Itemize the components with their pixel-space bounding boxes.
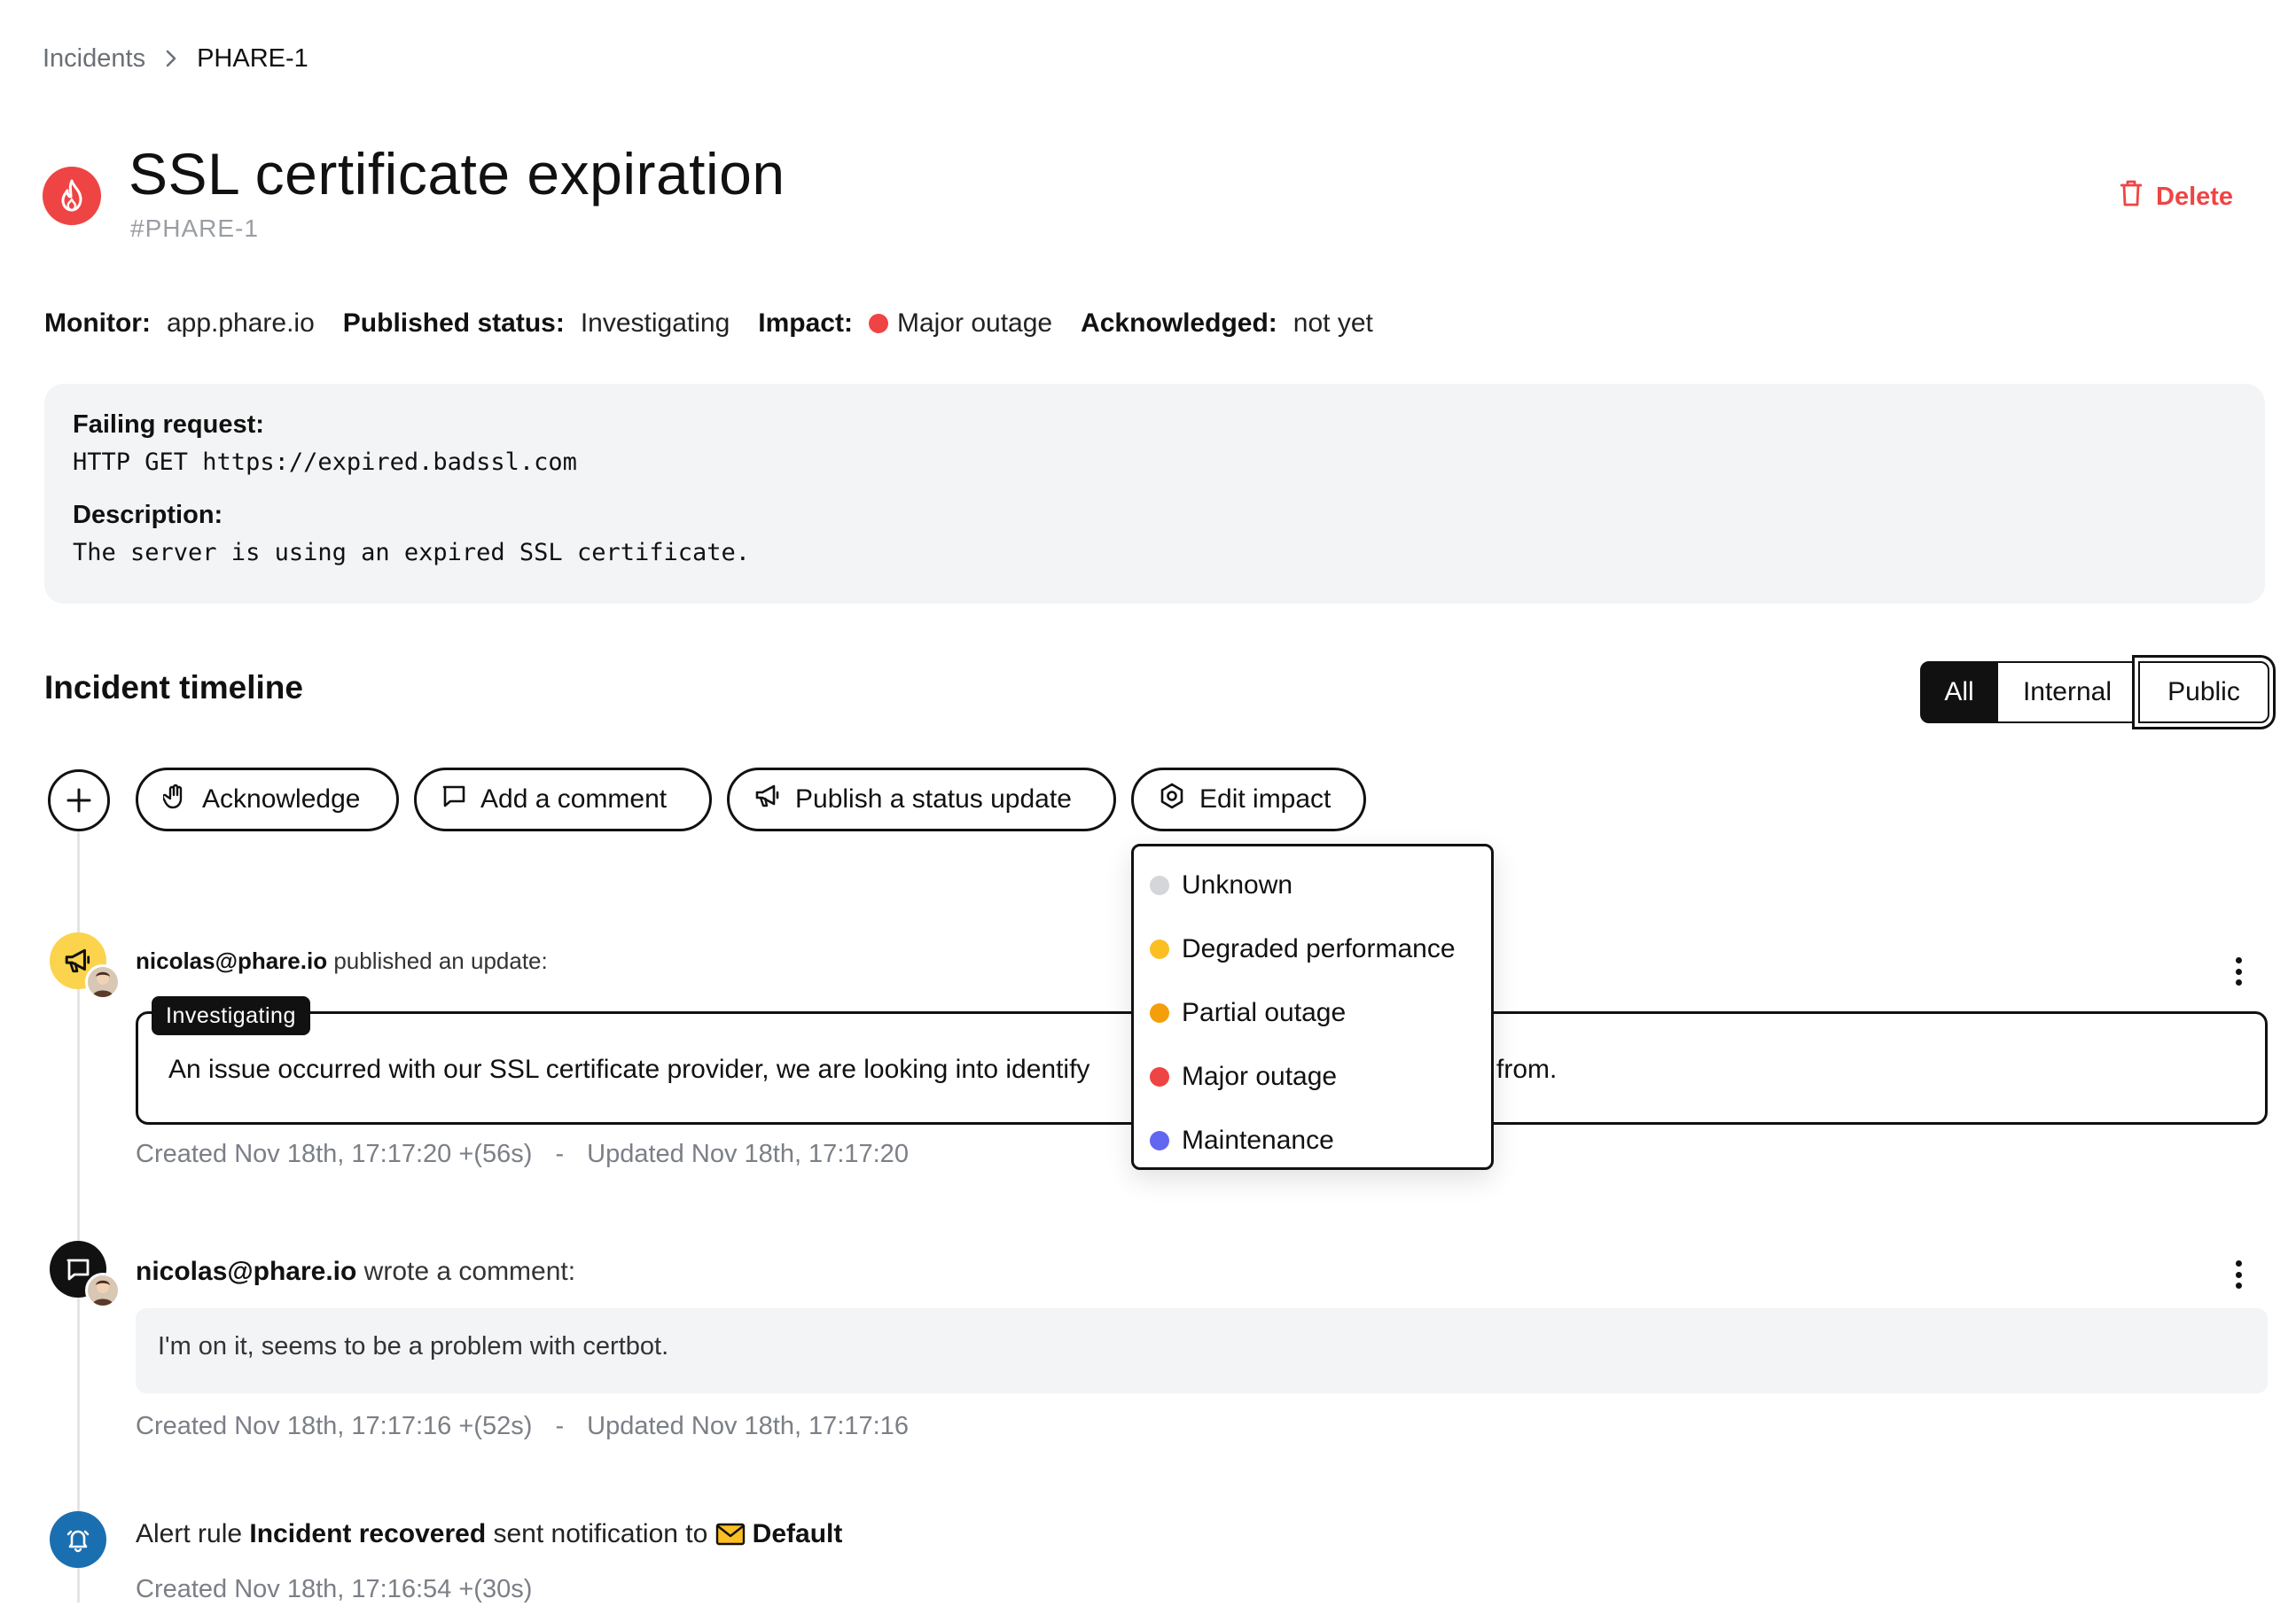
published-status-value: Investigating — [580, 308, 730, 338]
alert-middle: sent notification to — [493, 1519, 708, 1548]
edit-impact-label: Edit impact — [1199, 784, 1332, 814]
alert-event-text: Alert rule Incident recovered sent notif… — [136, 1519, 842, 1549]
comment-event-header: nicolas@phare.io wrote a comment: — [136, 1257, 575, 1287]
page-title: SSL certificate expiration — [129, 141, 785, 207]
add-event-button[interactable] — [48, 769, 110, 831]
update-created: Created Nov 18th, 17:17:20 +(56s) — [136, 1140, 533, 1168]
publish-status-update-label: Publish a status update — [795, 784, 1072, 814]
filter-internal-button[interactable]: Internal — [1998, 661, 2138, 723]
impact-label: Impact: — [758, 308, 853, 338]
acknowledge-button[interactable]: Acknowledge — [136, 768, 399, 831]
comment-icon — [441, 784, 466, 815]
timestamp-separator: - — [555, 1140, 565, 1168]
impact-value: Major outage — [868, 308, 1053, 339]
incident-details: Failing request: HTTP GET https://expire… — [44, 384, 2265, 604]
add-comment-label: Add a comment — [480, 784, 668, 814]
update-message-end: from. — [1496, 1055, 1558, 1084]
settings-icon — [1159, 783, 1185, 816]
timeline-title: Incident timeline — [44, 669, 303, 706]
published-status-label: Published status: — [342, 308, 565, 338]
alert-rule-name[interactable]: Incident recovered — [249, 1519, 486, 1549]
status-badge: Investigating — [152, 996, 310, 1035]
impact-option-label: Partial outage — [1182, 998, 1347, 1027]
impact-option-degraded[interactable]: Degraded performance — [1134, 917, 1491, 981]
status-dot-icon — [1150, 1067, 1169, 1087]
plus-icon — [66, 788, 91, 813]
comment-timestamps: Created Nov 18th, 17:17:16 +(52s) - Upda… — [136, 1412, 909, 1441]
impact-dot-icon — [868, 314, 888, 333]
acknowledged-label: Acknowledged: — [1081, 308, 1277, 338]
update-updated: Updated Nov 18th, 17:17:20 — [587, 1140, 909, 1168]
update-action: published an update: — [333, 947, 548, 974]
failing-request-value: HTTP GET https://expired.badssl.com — [73, 448, 577, 476]
alert-timestamp: Created Nov 18th, 17:16:54 +(30s) — [136, 1575, 533, 1603]
more-options-icon[interactable] — [2230, 954, 2247, 989]
impact-option-maintenance[interactable]: Maintenance — [1134, 1109, 1491, 1173]
breadcrumb-incidents-link[interactable]: Incidents — [43, 44, 145, 74]
status-dot-icon — [1150, 1131, 1169, 1150]
avatar — [85, 1273, 121, 1308]
timeline-filter: All Internal Public — [1920, 661, 2269, 723]
failing-request-label: Failing request: — [73, 410, 264, 439]
publish-status-update-button[interactable]: Publish a status update — [727, 768, 1116, 831]
comment-text: I'm on it, seems to be a problem with ce… — [158, 1332, 669, 1361]
more-options-icon[interactable] — [2230, 1257, 2247, 1292]
update-message-start: An issue occurred with our SSL certifica… — [168, 1055, 1090, 1084]
envelope-icon — [715, 1523, 746, 1546]
monitor-label: Monitor: — [44, 308, 151, 338]
acknowledged-value: not yet — [1292, 308, 1373, 338]
impact-option-label: Unknown — [1182, 870, 1293, 900]
alert-prefix: Alert rule — [136, 1519, 243, 1548]
impact-option-label: Maintenance — [1182, 1126, 1334, 1155]
impact-value-text: Major outage — [896, 308, 1053, 338]
comment-created: Created Nov 18th, 17:17:16 +(52s) — [136, 1412, 533, 1440]
megaphone-icon — [754, 784, 781, 815]
breadcrumb-current: PHARE-1 — [197, 43, 308, 73]
impact-option-partial[interactable]: Partial outage — [1134, 981, 1491, 1045]
incident-id: #PHARE-1 — [130, 214, 259, 242]
filter-public-button[interactable]: Public — [2138, 661, 2269, 723]
chevron-right-icon — [165, 49, 177, 68]
status-dot-icon — [1150, 876, 1169, 895]
bell-icon — [50, 1511, 106, 1568]
delete-label: Delete — [2156, 182, 2234, 211]
timestamp-separator: - — [555, 1412, 565, 1440]
filter-all-button[interactable]: All — [1920, 661, 1998, 723]
comment-updated: Updated Nov 18th, 17:17:16 — [587, 1412, 909, 1440]
impact-option-major[interactable]: Major outage — [1134, 1045, 1491, 1109]
flame-icon — [43, 167, 101, 225]
update-timestamps: Created Nov 18th, 17:17:20 +(56s) - Upda… — [136, 1140, 909, 1169]
breadcrumb: Incidents PHARE-1 — [43, 41, 308, 76]
status-dot-icon — [1150, 1003, 1169, 1023]
impact-option-label: Major outage — [1182, 1062, 1338, 1091]
acknowledge-label: Acknowledge — [202, 784, 361, 814]
status-dot-icon — [1150, 940, 1169, 959]
description-label: Description: — [73, 501, 223, 529]
comment-author[interactable]: nicolas@phare.io — [136, 1257, 356, 1286]
delete-button[interactable]: Delete — [2120, 180, 2233, 214]
update-event-header: nicolas@phare.io published an update: — [136, 947, 548, 975]
update-author[interactable]: nicolas@phare.io — [136, 947, 327, 974]
monitor-value: app.phare.io — [166, 308, 315, 338]
incident-meta: Monitor: app.phare.io Published status: … — [44, 306, 1402, 341]
impact-option-unknown[interactable]: Unknown — [1134, 854, 1491, 917]
hand-icon — [161, 783, 188, 816]
trash-icon — [2120, 180, 2143, 214]
edit-impact-button[interactable]: Edit impact — [1131, 768, 1366, 831]
description-value: The server is using an expired SSL certi… — [73, 539, 751, 566]
impact-option-label: Degraded performance — [1182, 934, 1456, 963]
impact-dropdown-menu: Unknown Degraded performance Partial out… — [1131, 844, 1494, 1170]
comment-action: wrote a comment: — [363, 1257, 576, 1286]
alert-target[interactable]: Default — [753, 1519, 843, 1549]
add-comment-button[interactable]: Add a comment — [414, 768, 712, 831]
avatar — [85, 964, 121, 1000]
